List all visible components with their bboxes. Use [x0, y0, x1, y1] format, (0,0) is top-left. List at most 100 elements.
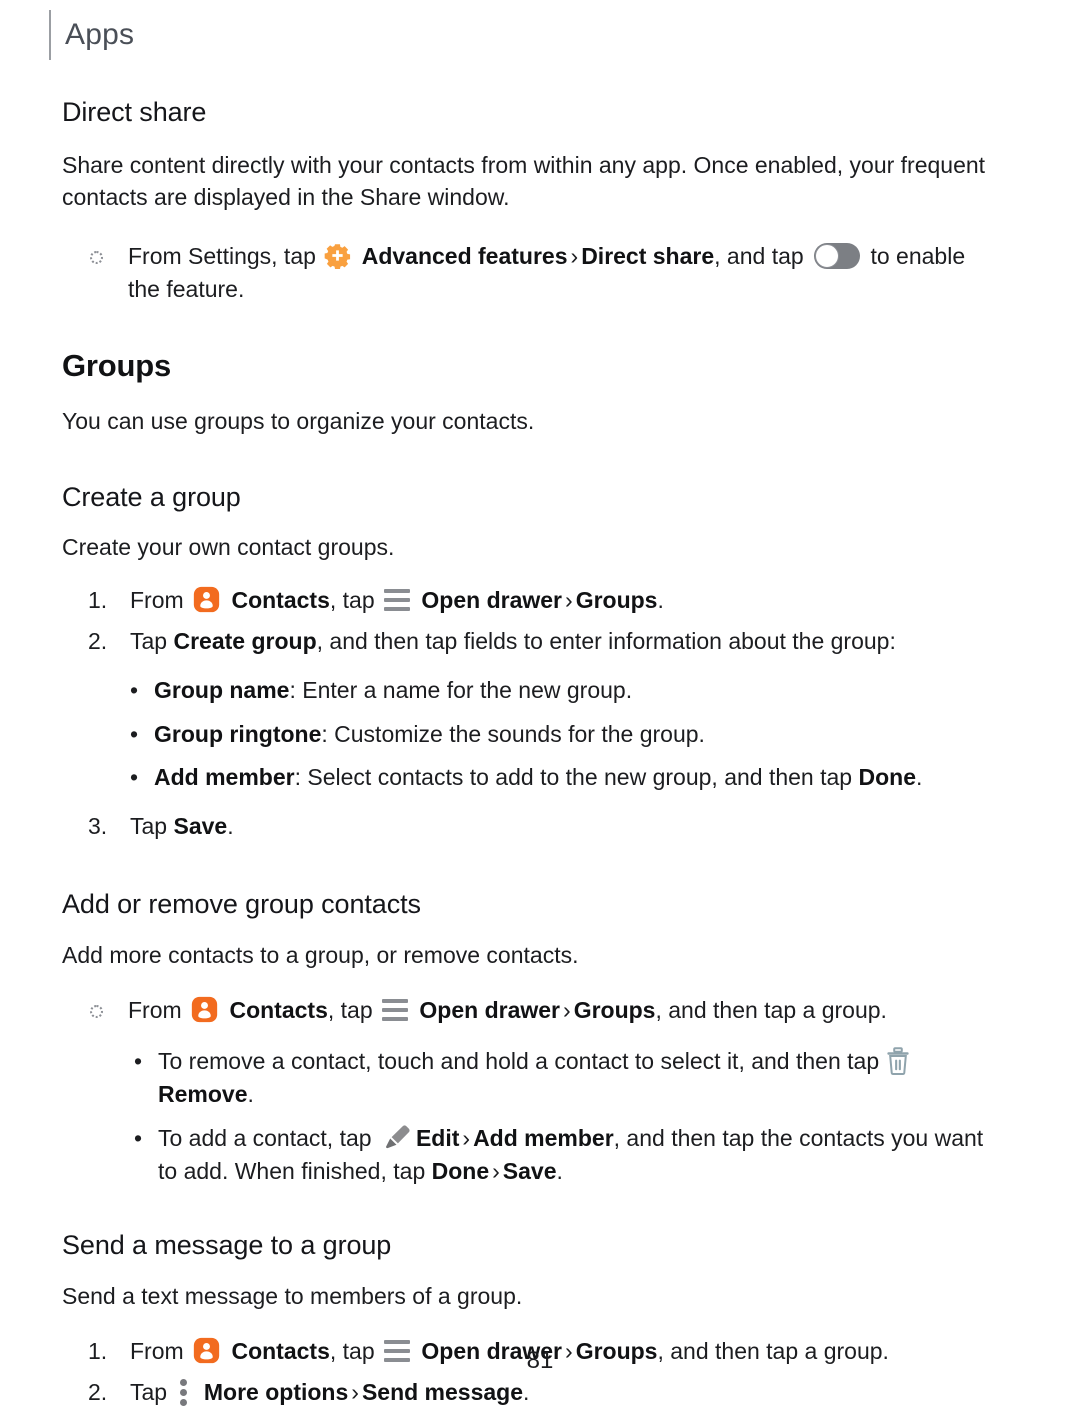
- field-end: .: [915, 763, 923, 790]
- paragraph-add-remove-intro: Add more contacts to a group, or remove …: [62, 942, 579, 969]
- menu-groups: Groups: [573, 996, 656, 1023]
- list-item-body: Add member: Select contacts to add to th…: [154, 761, 1002, 794]
- bullet-end-text: .: [556, 1158, 563, 1185]
- list-item-body: From Contacts, tap Open drawer › Groups.: [130, 584, 1002, 617]
- field-description: : Select contacts to add to the new grou…: [294, 763, 859, 790]
- create-group-steps-cont: 3. Tap Save.: [62, 810, 1002, 843]
- page-number: 81: [526, 1347, 554, 1374]
- more-options-icon: [178, 1378, 188, 1406]
- action-add-member: Add member: [473, 1124, 614, 1151]
- action-send-message: Send message: [361, 1378, 524, 1405]
- field-label-group-name: Group name: [154, 677, 290, 704]
- step-number: 2.: [88, 1378, 108, 1405]
- heading-add-or-remove-group-contacts: Add or remove group contacts: [62, 888, 421, 919]
- step-tail-text: , and then tap fields to enter informati…: [316, 627, 896, 654]
- heading-groups: Groups: [62, 347, 172, 383]
- list-item-body: Tap Create group, and then tap fields to…: [130, 625, 1002, 658]
- toggle-switch-icon: [814, 242, 861, 269]
- step-number: 2.: [88, 627, 108, 654]
- paragraph-groups-intro: You can use groups to organize your cont…: [62, 407, 535, 434]
- menu-groups: Groups: [575, 586, 658, 613]
- ring-bullet-marker: [90, 240, 128, 307]
- bullet-marker: •: [130, 763, 139, 790]
- list-item: 3. Tap Save.: [88, 810, 1002, 843]
- list-item: • Group name: Enter a name for the new g…: [130, 674, 1002, 707]
- setting-direct-share: Direct share: [581, 242, 715, 269]
- list-item-body: Group ringtone: Customize the sounds for…: [154, 718, 1002, 751]
- chevron-separator: ›: [570, 242, 579, 269]
- list-item: 2. Tap Create group, and then tap fields…: [88, 625, 1002, 658]
- paragraph-direct-share-intro: Share content directly with your contact…: [62, 152, 986, 211]
- pencil-icon: [381, 1124, 411, 1152]
- bullet-marker: •: [130, 677, 139, 704]
- paragraph-send-message-intro: Send a text message to members of a grou…: [62, 1282, 523, 1309]
- list-item: • To remove a contact, touch and hold a …: [134, 1045, 1002, 1112]
- list-item: 1. From Contacts, tap Open drawer › Groups…: [88, 584, 1002, 617]
- chevron-separator: ›: [565, 586, 573, 613]
- action-done: Done: [858, 763, 916, 790]
- bullet-marker: •: [134, 1124, 143, 1151]
- open-drawer-icon: [384, 588, 411, 611]
- action-create-group: Create group: [173, 627, 317, 654]
- bullet-lead-text: To add a contact, tap: [158, 1124, 372, 1151]
- step-lead-text: Tap: [130, 1378, 168, 1405]
- field-label-add-member: Add member: [154, 763, 295, 790]
- step-tail-text: .: [523, 1378, 530, 1405]
- action-save: Save: [173, 813, 228, 840]
- chevron-separator: ›: [492, 1158, 500, 1185]
- chevron-separator: ›: [351, 1378, 359, 1405]
- open-drawer-icon: [382, 998, 409, 1021]
- field-label-group-ringtone: Group ringtone: [154, 720, 322, 747]
- dotted-circle-icon: [90, 1004, 103, 1018]
- toggle-knob: [815, 243, 840, 268]
- contacts-icon: [191, 996, 218, 1023]
- running-header: Apps: [49, 10, 134, 60]
- field-description: : Enter a name for the new group.: [289, 677, 633, 704]
- step-number: 1.: [88, 586, 108, 613]
- bullet-lead-text: To remove a contact, touch and hold a co…: [158, 1048, 880, 1075]
- action-edit: Edit: [415, 1124, 460, 1151]
- list-item-body: From Settings, tap Advanced features › Dir…: [128, 240, 1002, 307]
- list-item-body: Group name: Enter a name for the new gro…: [154, 674, 1002, 707]
- heading-create-a-group: Create a group: [62, 482, 241, 513]
- step-lead-text: From: [128, 996, 182, 1023]
- heading-direct-share: Direct share: [62, 97, 207, 127]
- paragraph-create-group-intro: Create your own contact groups.: [62, 533, 395, 560]
- contacts-icon: [193, 586, 220, 613]
- step-tail-text: .: [657, 586, 664, 613]
- document-page: Apps Direct share Share content directly…: [0, 0, 1080, 1406]
- field-description: : Customize the sounds for the group.: [321, 720, 705, 747]
- trash-icon: [886, 1047, 910, 1076]
- app-name-contacts: Contacts: [229, 996, 328, 1023]
- list-item: From Contacts, tap Open drawer › Groups, a…: [90, 994, 1002, 1027]
- create-group-fields: • Group name: Enter a name for the new g…: [62, 674, 1002, 794]
- ring-bullet-marker: [90, 994, 128, 1027]
- step-lead-text: From: [130, 586, 184, 613]
- heading-send-a-message-to-a-group: Send a message to a group: [62, 1229, 392, 1260]
- list-item: • To add a contact, tap Edit › Add member,…: [134, 1122, 1002, 1189]
- step-lead-text: Tap: [130, 627, 168, 654]
- list-item-body: To add a contact, tap Edit › Add member, a…: [158, 1122, 1002, 1189]
- dotted-circle-icon: [90, 250, 103, 264]
- bullet-marker: •: [130, 720, 139, 747]
- list-item-body: From Contacts, tap Open drawer › Groups, a…: [128, 994, 1002, 1027]
- gear-plus-icon: [324, 242, 351, 270]
- page-title: Apps: [65, 18, 135, 51]
- bullet-marker: •: [134, 1048, 143, 1075]
- step-tail-text: .: [227, 813, 234, 840]
- add-remove-bullets: • To remove a contact, touch and hold a …: [62, 1045, 1002, 1188]
- action-open-drawer: Open drawer: [421, 586, 563, 613]
- app-name-contacts: Contacts: [231, 586, 330, 613]
- action-remove: Remove: [158, 1081, 248, 1108]
- action-save: Save: [502, 1158, 557, 1185]
- setting-advanced-features: Advanced features: [361, 242, 568, 269]
- page-content: Direct share Share content directly with…: [62, 96, 1002, 1409]
- create-group-steps: 1. From Contacts, tap Open drawer › Groups…: [62, 584, 1002, 659]
- bullet-tail-text: .: [247, 1081, 254, 1108]
- action-open-drawer: Open drawer: [419, 996, 561, 1023]
- list-item: • Add member: Select contacts to add to …: [130, 761, 1002, 794]
- list-item-body: Tap Save.: [130, 810, 1002, 843]
- list-item-body: To remove a contact, touch and hold a co…: [158, 1045, 1002, 1112]
- action-done: Done: [431, 1158, 490, 1185]
- step-lead-text: From Settings, tap: [128, 242, 316, 269]
